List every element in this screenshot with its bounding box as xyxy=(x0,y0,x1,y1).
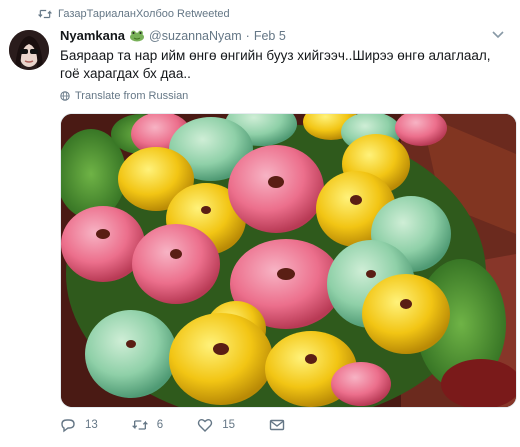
reply-button[interactable]: 13 xyxy=(60,417,98,433)
chevron-down-icon[interactable] xyxy=(492,31,504,39)
retweet-count: 6 xyxy=(156,419,164,431)
reply-icon xyxy=(61,419,75,433)
globe-icon xyxy=(60,91,70,101)
translate-label: Translate from Russian xyxy=(75,90,189,102)
frog-icon xyxy=(130,30,145,41)
avatar[interactable] xyxy=(9,30,49,70)
like-count: 15 xyxy=(222,419,235,431)
retweet-icon xyxy=(131,420,148,430)
user-handle[interactable]: @suzannaNyam xyxy=(149,29,242,43)
like-button[interactable]: 15 xyxy=(197,417,235,433)
retweet-button[interactable]: 6 xyxy=(131,417,164,433)
tweet-text: Баяраар та нар ийм өнгө өнгийн бууз хийг… xyxy=(60,48,491,81)
heart-icon xyxy=(198,419,213,432)
separator-dot: · xyxy=(245,28,250,43)
timestamp[interactable]: Feb 5 xyxy=(254,29,286,43)
message-icon xyxy=(269,419,285,431)
retweet-context[interactable]: ГазарТариаланХолбоо Retweeted xyxy=(38,8,230,20)
tweet-photo[interactable] xyxy=(60,113,517,408)
dumplings-photo xyxy=(61,114,516,407)
reply-count: 13 xyxy=(85,419,98,431)
display-name[interactable]: Nyamkana xyxy=(60,28,125,43)
translate-link[interactable]: Translate from Russian xyxy=(60,90,188,102)
retweet-icon xyxy=(38,9,52,19)
retweet-label: ГазарТариаланХолбоо Retweeted xyxy=(58,8,230,20)
tweet-actions: 13 6 15 xyxy=(60,417,319,433)
direct-message-button[interactable] xyxy=(269,417,285,433)
tweet-header: Nyamkana @suzannaNyam · Feb 5 xyxy=(60,28,286,43)
